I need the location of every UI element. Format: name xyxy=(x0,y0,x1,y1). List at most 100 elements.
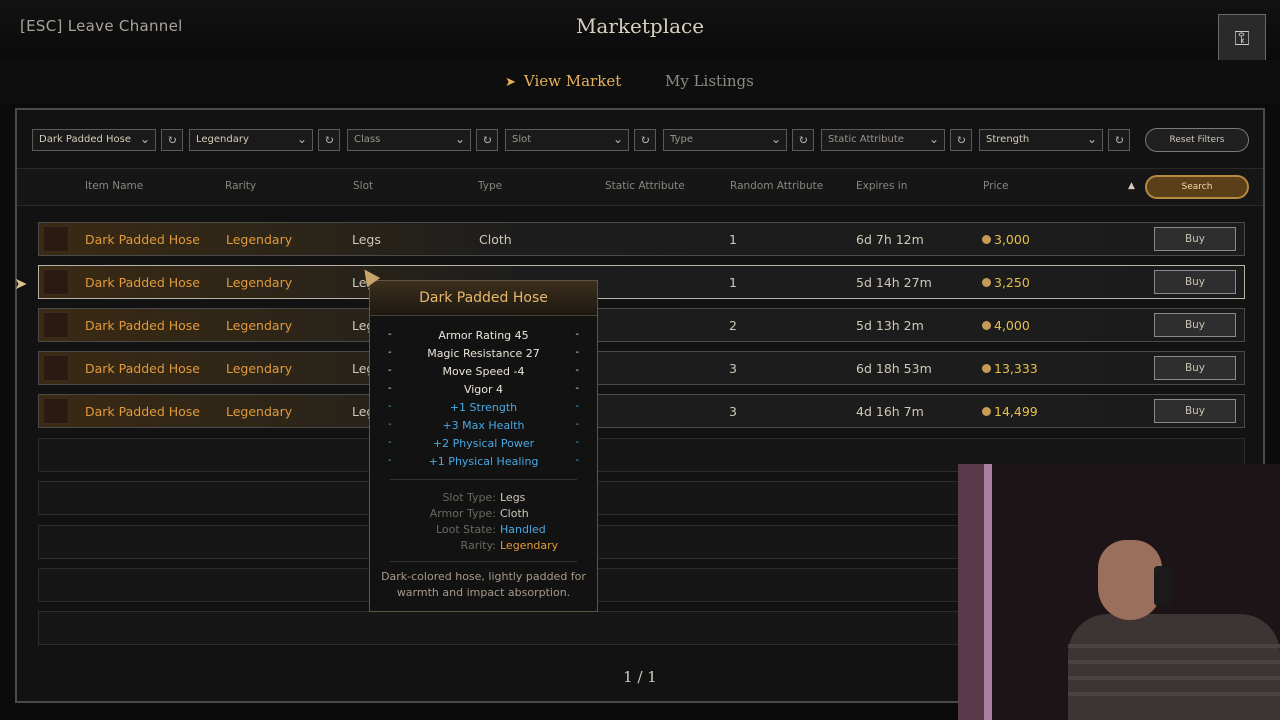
refresh-icon[interactable]: ↻ xyxy=(161,129,183,151)
coin-icon xyxy=(982,278,991,287)
item-name: Dark Padded Hose xyxy=(85,232,200,247)
column-header[interactable]: Item Name xyxy=(85,180,143,192)
column-header[interactable]: Price xyxy=(983,180,1009,192)
expires-in: 6d 18h 53m xyxy=(856,361,932,376)
pants-icon xyxy=(43,355,69,381)
random-stat: - +1 Physical Healing - xyxy=(388,455,579,468)
tooltip-info-row: Loot State: Handled xyxy=(435,523,546,536)
random-attribute-count: 3 xyxy=(729,404,737,419)
static-stat: - Vigor 4- xyxy=(388,383,579,396)
chevron-down-icon: ⌄ xyxy=(928,132,939,146)
table-row[interactable]: Dark Padded Hose Legendary Legs Cloth 1 … xyxy=(38,222,1245,256)
chevron-down-icon: ⌄ xyxy=(454,132,465,146)
key-icon: ⚿ xyxy=(1234,26,1250,50)
item-price: 13,333 xyxy=(982,361,1038,376)
chevron-down-icon: ⌄ xyxy=(296,132,307,146)
item-price: 3,250 xyxy=(982,275,1030,290)
table-row[interactable]: Dark Padded Hose Legendary Leg 2 5d 13h … xyxy=(38,308,1245,342)
page-title: Marketplace xyxy=(575,14,705,38)
webcam-person xyxy=(1068,614,1280,720)
buy-button[interactable]: Buy xyxy=(1154,227,1236,251)
refresh-icon[interactable]: ↻ xyxy=(476,129,498,151)
buy-button[interactable]: Buy xyxy=(1154,356,1236,380)
top-bar: [ESC] Leave Channel Marketplace ⚿ xyxy=(0,0,1280,62)
random-attribute-filter[interactable]: Strength ⌄ xyxy=(979,129,1103,151)
class-filter[interactable]: Class ⌄ xyxy=(347,129,471,151)
webcam-person xyxy=(1068,676,1280,680)
item-slot: Legs xyxy=(352,232,381,247)
webcam-overlay xyxy=(958,464,1280,720)
item-name: Dark Padded Hose xyxy=(85,318,200,333)
chevron-down-icon: ⌄ xyxy=(1086,132,1097,146)
random-attribute-count: 2 xyxy=(729,318,737,333)
rarity-filter[interactable]: Legendary ⌄ xyxy=(189,129,313,151)
webcam-person xyxy=(1068,692,1280,696)
buy-button[interactable]: Buy xyxy=(1154,270,1236,294)
chevron-down-icon: ⌄ xyxy=(612,132,623,146)
column-header[interactable]: Slot xyxy=(353,180,373,192)
pants-icon xyxy=(43,312,69,338)
random-attribute-count: 1 xyxy=(729,232,737,247)
coin-icon xyxy=(982,364,991,373)
filter-bar: Dark Padded Hose ⌄ ↻ Legendary ⌄ ↻ Class ⌄ … xyxy=(17,122,1263,156)
reset-filters-button[interactable]: Reset Filters xyxy=(1145,128,1249,152)
tab-view-market[interactable]: ➤ View Market xyxy=(505,72,621,90)
type-filter[interactable]: Type ⌄ xyxy=(663,129,787,151)
slot-filter[interactable]: Slot ⌄ xyxy=(505,129,629,151)
item-rarity: Legendary xyxy=(226,275,293,290)
item-rarity: Legendary xyxy=(226,232,293,247)
column-header[interactable]: Type xyxy=(478,180,502,192)
coin-icon xyxy=(982,235,991,244)
corner-menu-button[interactable]: ⚿ xyxy=(1218,14,1266,62)
static-stat: - Move Speed -4- xyxy=(388,365,579,378)
table-row[interactable]: Dark Padded Hose Legendary Leg 3 6d 18h … xyxy=(38,351,1245,385)
column-header[interactable]: Expires in xyxy=(856,180,907,192)
random-stat: - +3 Max Health - xyxy=(388,419,579,432)
column-header[interactable]: Static Attribute xyxy=(605,180,685,192)
table-row[interactable]: Dark Padded Hose Legendary Leg 3 4d 16h … xyxy=(38,394,1245,428)
random-stat: - +1 Strength - xyxy=(388,401,579,414)
pants-icon xyxy=(43,226,69,252)
static-stat: - Magic Resistance 27- xyxy=(388,347,579,360)
random-attribute-count: 1 xyxy=(729,275,737,290)
static-attribute-filter[interactable]: Static Attribute ⌄ xyxy=(821,129,945,151)
divider xyxy=(390,479,577,480)
refresh-icon[interactable]: ↻ xyxy=(950,129,972,151)
refresh-icon[interactable]: ↻ xyxy=(1108,129,1130,151)
item-tooltip: Dark Padded Hose - Armor Rating 45- - Magi… xyxy=(369,280,598,612)
item-rarity: Legendary xyxy=(226,404,293,419)
static-stat: - Armor Rating 45- xyxy=(388,329,579,342)
tab-bar: ➤ View Market My Listings xyxy=(0,60,1280,104)
refresh-icon[interactable]: ↻ xyxy=(792,129,814,151)
search-button[interactable]: Search xyxy=(1145,175,1249,199)
pants-icon xyxy=(43,269,69,295)
row-pointer-icon: ➤ xyxy=(14,274,28,293)
item-rarity: Legendary xyxy=(226,318,293,333)
expires-in: 4d 16h 7m xyxy=(856,404,924,419)
coin-icon xyxy=(982,407,991,416)
column-header[interactable]: Random Attribute xyxy=(730,180,823,192)
table-row[interactable]: Dark Padded Hose Legendary Legs 1 5d 14h… xyxy=(38,265,1245,299)
refresh-icon[interactable]: ↻ xyxy=(318,129,340,151)
tooltip-title: Dark Padded Hose xyxy=(419,290,548,306)
random-attribute-count: 3 xyxy=(729,361,737,376)
random-stat: - +2 Physical Power - xyxy=(388,437,579,450)
buy-button[interactable]: Buy xyxy=(1154,399,1236,423)
arrow-icon: ➤ xyxy=(505,75,516,90)
item-type: Cloth xyxy=(479,232,512,247)
expires-in: 5d 13h 2m xyxy=(856,318,924,333)
item-rarity: Legendary xyxy=(226,361,293,376)
refresh-icon[interactable]: ↻ xyxy=(634,129,656,151)
webcam-person xyxy=(1098,540,1162,620)
tab-my-listings[interactable]: My Listings xyxy=(665,72,754,90)
chevron-down-icon: ⌄ xyxy=(139,132,150,146)
item-name: Dark Padded Hose xyxy=(85,361,200,376)
coin-icon xyxy=(982,321,991,330)
column-header[interactable]: Rarity xyxy=(225,180,256,192)
tooltip-description: Dark-colored hose, lightly padded for wa… xyxy=(381,570,586,599)
buy-button[interactable]: Buy xyxy=(1154,313,1236,337)
sort-ascending-icon[interactable]: ▲ xyxy=(1128,181,1135,191)
tooltip-info-row: Armor Type: Cloth xyxy=(429,507,529,520)
pants-icon xyxy=(43,398,69,424)
item-filter[interactable]: Dark Padded Hose ⌄ xyxy=(32,129,156,151)
